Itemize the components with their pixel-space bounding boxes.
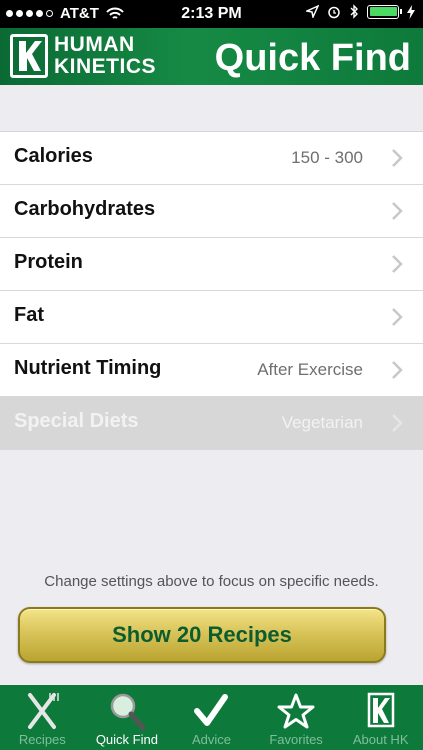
page-title: Quick Find (214, 37, 411, 79)
hint-text: Change settings above to focus on specif… (44, 573, 379, 590)
app-header: HUMAN KINETICS Quick Find (0, 28, 423, 85)
tab-recipes[interactable]: Recipes (0, 685, 85, 750)
chevron-right-icon (392, 361, 403, 379)
chevron-right-icon (392, 414, 403, 432)
location-arrow-icon (306, 5, 319, 18)
tab-label: Recipes (18, 732, 66, 747)
status-bar: AT&T 2:13 PM (0, 0, 423, 28)
status-icons (306, 4, 415, 19)
tab-quick-find[interactable]: Quick Find (85, 685, 170, 750)
filter-label: Protein (14, 251, 83, 273)
tab-bar: Recipes Quick Find Advice Favorites Abou… (0, 685, 423, 750)
tab-about-hk[interactable]: About HK (338, 685, 423, 750)
tab-label: Favorites (269, 732, 323, 747)
battery-icon (367, 4, 402, 19)
filter-label: Fat (14, 304, 44, 326)
filter-label: Special Diets (14, 410, 139, 432)
tab-advice[interactable]: Advice (169, 685, 254, 750)
filter-row-calories[interactable]: Calories 150 - 300 (0, 132, 423, 185)
filter-list: Calories 150 - 300 Carbohydrates Protein… (0, 131, 423, 450)
tab-label: Advice (191, 732, 231, 747)
tab-label: Quick Find (95, 732, 158, 747)
filter-row-protein[interactable]: Protein (0, 238, 423, 291)
filter-row-special-diets: Special Diets Vegetarian (0, 397, 423, 450)
magnifier-icon (110, 693, 146, 731)
alarm-clock-icon (328, 6, 340, 18)
chevron-right-icon (392, 255, 403, 273)
brand-logo-text: HUMAN KINETICS (54, 33, 157, 78)
filter-label: Nutrient Timing (14, 357, 162, 379)
tab-favorites[interactable]: Favorites (254, 685, 339, 750)
star-icon (277, 693, 315, 729)
show-recipes-button[interactable]: Show 20 Recipes (18, 607, 386, 663)
filter-row-fat[interactable]: Fat (0, 291, 423, 344)
filter-value: After Exercise (257, 360, 363, 379)
filter-value: Vegetarian (281, 413, 363, 432)
checkmark-icon (194, 694, 229, 726)
tab-label: About HK (352, 732, 409, 747)
chevron-right-icon (392, 149, 403, 167)
filter-value: 150 - 300 (291, 148, 363, 167)
filter-label: Calories (14, 145, 93, 167)
hk-logo-icon (10, 34, 48, 78)
chevron-right-icon (392, 202, 403, 220)
filter-row-carbohydrates[interactable]: Carbohydrates (0, 185, 423, 238)
hk-logo-icon (367, 692, 394, 728)
fork-knife-icon (28, 693, 60, 729)
bluetooth-icon (350, 4, 358, 19)
charging-bolt-icon (407, 4, 415, 19)
chevron-right-icon (392, 308, 403, 326)
filter-label: Carbohydrates (14, 198, 156, 220)
filter-row-nutrient-timing[interactable]: Nutrient Timing After Exercise (0, 344, 423, 397)
